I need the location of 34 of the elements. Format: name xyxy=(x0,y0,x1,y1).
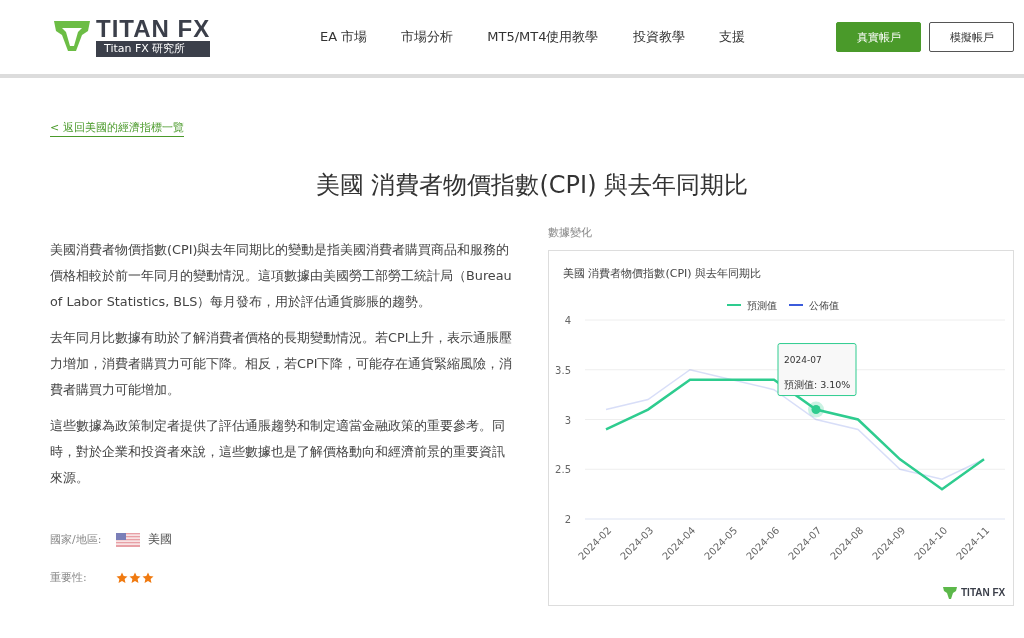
chart-tooltip: 2024-07 預測值: 3.10% xyxy=(777,343,857,397)
section-label: 數據變化 xyxy=(548,225,593,240)
chart-title: 美國 消費者物價指數(CPI) 與去年同期比 xyxy=(563,267,762,280)
page-title: 美國 消費者物價指數(CPI) 與去年同期比 xyxy=(314,170,750,201)
nav-link[interactable]: 投資教學 xyxy=(632,28,685,46)
description-paragraph: 這些數據為政策制定者提供了評估通脹趨勢和制定適當金融政策的重要參考。同時，對於企業和投資者來說，這些數據也是了解價格動向和經濟前景的重要資訊來源。 xyxy=(50,417,506,487)
live-account-button[interactable]: 真實帳戶 xyxy=(836,22,921,52)
brand-logo-text: TITAN FX xyxy=(96,17,211,41)
importance-label: 重要性: xyxy=(50,570,88,585)
legend-label[interactable]: 公佈值 xyxy=(809,300,839,311)
nav-link[interactable]: 市場分析 xyxy=(401,28,454,46)
nav-link[interactable]: MT5/MT4使用教學 xyxy=(487,28,599,46)
y-axis-label: 3.5 xyxy=(555,364,571,376)
nav-link[interactable]: EA 市場 xyxy=(320,28,368,46)
logo-tagline: Titan FX 研究所 xyxy=(96,41,211,57)
y-axis-label: 2 xyxy=(564,514,571,525)
star-icon xyxy=(116,571,128,584)
y-axis-label: 2.5 xyxy=(555,464,571,476)
star-icon xyxy=(129,571,141,584)
chart-brand-logo: TITAN FX xyxy=(961,587,1006,598)
country-label: 國家/地區: xyxy=(50,532,103,547)
country-name: 美國 xyxy=(148,531,172,548)
description-paragraph: 美國消費者物價指數(CPI)與去年同期比的變動是指美國消費者購買商品和服務的價格相較於前一年同月的變動情況。這項數據由美國勞工部勞工統計局（Bureau of Labor Statistics, BLS）每月發布，用於評估通貨膨脹的趨勢。 xyxy=(50,241,513,311)
data-point-marker xyxy=(808,401,824,418)
titan-logo-icon xyxy=(943,587,957,599)
demo-account-button[interactable]: 模擬帳戶 xyxy=(929,22,1014,52)
description-paragraph: 去年同月比數據有助於了解消費者價格的長期變動情況。若CPI上升，表示通脹壓力增加，消費者購買力可能下降。相反，若CPI下降，可能存在通貨緊縮風險，消費者購買力可能增加。 xyxy=(50,329,514,399)
back-link[interactable]: < 返回美國的經濟指標一覽 xyxy=(50,121,184,137)
y-axis-label: 4 xyxy=(564,315,571,326)
legend-label[interactable]: 預測值 xyxy=(747,300,777,311)
y-axis-label: 3 xyxy=(564,414,571,426)
nav-link[interactable]: 支援 xyxy=(718,28,745,46)
flag-icon xyxy=(116,532,140,547)
star-icon xyxy=(142,571,154,584)
